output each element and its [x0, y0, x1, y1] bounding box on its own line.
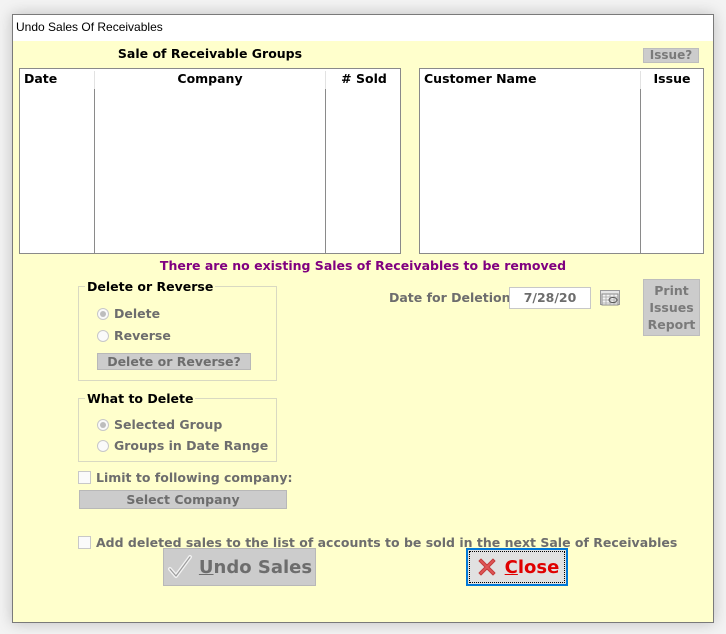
dialog-body: Sale of Receivable Groups Issue? Date Co…: [13, 41, 713, 622]
radio-button[interactable]: [97, 418, 109, 431]
customers-listbox[interactable]: Customer Name Issue: [419, 68, 704, 254]
group-legend: Delete or Reverse: [85, 279, 216, 294]
radio-label: Reverse: [114, 328, 171, 343]
checkmark-icon: [167, 554, 193, 580]
radio-reverse[interactable]: Reverse: [97, 328, 171, 343]
add-deleted-sales-checkbox[interactable]: [78, 536, 91, 549]
limit-company-label: Limit to following company:: [96, 470, 293, 485]
column-divider: [325, 71, 326, 253]
column-divider: [640, 71, 641, 253]
radio-button[interactable]: [97, 307, 109, 320]
limit-company-checkbox[interactable]: [78, 471, 91, 484]
column-header-issue[interactable]: Issue: [641, 71, 703, 86]
radio-selected-group[interactable]: Selected Group: [97, 417, 222, 432]
print-issues-report-button[interactable]: Print Issues Report: [643, 279, 700, 336]
column-header-date[interactable]: Date: [24, 71, 57, 86]
undo-sales-dialog: Undo Sales Of Receivables Sale of Receiv…: [12, 14, 714, 623]
groups-listbox[interactable]: Date Company # Sold: [19, 68, 401, 254]
group-legend: What to Delete: [85, 391, 196, 406]
issue-button[interactable]: Issue?: [643, 48, 699, 63]
radio-button[interactable]: [97, 329, 109, 342]
undo-sales-label: Undo Sales: [198, 556, 313, 578]
radio-label: Selected Group: [114, 417, 223, 432]
undo-sales-button[interactable]: Undo Sales: [163, 548, 316, 586]
print-line: Issues: [649, 300, 694, 315]
groups-section-title: Sale of Receivable Groups: [117, 46, 303, 61]
radio-groups-in-date-range[interactable]: Groups in Date Range: [97, 438, 268, 453]
close-label: Close: [504, 556, 560, 578]
close-button[interactable]: Close: [466, 548, 568, 586]
radio-button[interactable]: [97, 439, 109, 452]
date-for-deletion-input[interactable]: 7/28/20: [509, 287, 591, 309]
what-to-delete-group: What to Delete Selected Group Groups in …: [78, 391, 277, 462]
print-line: Print: [654, 283, 689, 298]
delete-or-reverse-button[interactable]: Delete or Reverse?: [97, 353, 251, 370]
radio-delete[interactable]: Delete: [97, 306, 160, 321]
column-header-sold[interactable]: # Sold: [326, 71, 402, 86]
status-message: There are no existing Sales of Receivabl…: [159, 258, 567, 273]
limit-company-checkbox-row[interactable]: Limit to following company:: [78, 470, 292, 485]
select-company-button[interactable]: Select Company: [79, 490, 287, 509]
print-line: Report: [647, 317, 696, 332]
red-x-icon: [475, 555, 499, 579]
column-header-company[interactable]: Company: [95, 71, 325, 86]
radio-label: Delete: [114, 306, 161, 321]
radio-label: Groups in Date Range: [114, 438, 269, 453]
calendar-icon[interactable]: [600, 290, 620, 306]
column-header-customer-name[interactable]: Customer Name: [424, 71, 537, 86]
date-for-deletion-label: Date for Deletion:: [389, 290, 516, 305]
column-divider: [94, 71, 95, 253]
window-title: Undo Sales Of Receivables: [13, 15, 713, 41]
delete-or-reverse-group: Delete or Reverse Delete Reverse Delete …: [78, 279, 277, 381]
